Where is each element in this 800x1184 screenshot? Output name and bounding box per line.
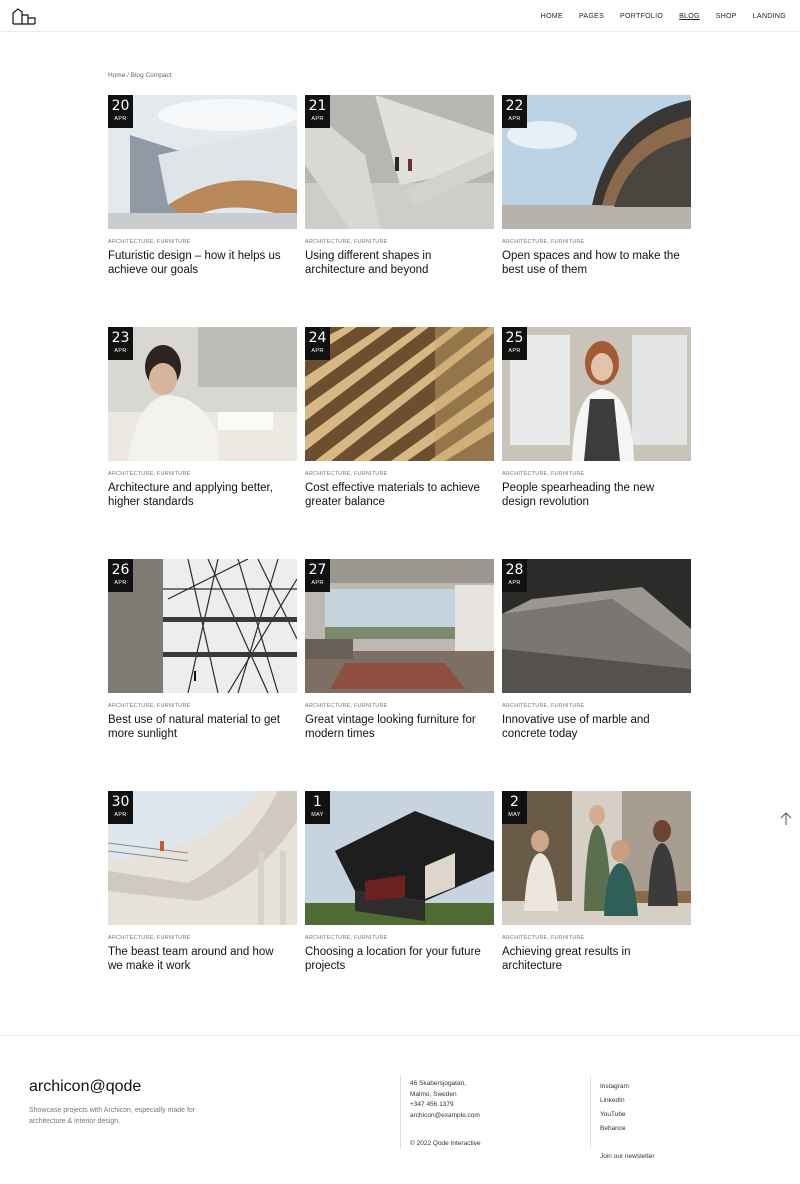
blog-card[interactable]: 26 APR ARCHITECTURE, FURNITURE Best use o… bbox=[108, 559, 297, 791]
date-badge: 22 APR bbox=[502, 95, 527, 128]
address-line: 46 Skabersjogatan, bbox=[410, 1080, 467, 1087]
post-title[interactable]: Achieving great results in architecture bbox=[502, 946, 682, 973]
post-image[interactable]: 27 APR bbox=[305, 559, 494, 693]
post-categories[interactable]: ARCHITECTURE, FURNITURE bbox=[502, 703, 691, 709]
post-title[interactable]: Using different shapes in architecture a… bbox=[305, 250, 485, 277]
email-link[interactable]: archicon@example.com bbox=[410, 1111, 480, 1122]
post-image[interactable]: 22 APR bbox=[502, 95, 691, 229]
site-footer: archicon@qode Showcase projects with Arc… bbox=[0, 1035, 800, 1184]
post-image[interactable]: 21 APR bbox=[305, 95, 494, 229]
post-title[interactable]: Choosing a location for your future proj… bbox=[305, 946, 485, 973]
post-image[interactable]: 2 MAY bbox=[502, 791, 691, 925]
post-image[interactable]: 26 APR bbox=[108, 559, 297, 693]
blog-card[interactable]: 30 APR ARCHITECTURE, FURNITURE The beast … bbox=[108, 791, 297, 1023]
post-categories[interactable]: ARCHITECTURE, FURNITURE bbox=[108, 239, 297, 245]
blog-card[interactable]: 20 APR ARCHITECTURE, FURNITURE Futuristic… bbox=[108, 95, 297, 327]
post-title[interactable]: Great vintage looking furniture for mode… bbox=[305, 714, 485, 741]
post-categories[interactable]: ARCHITECTURE, FURNITURE bbox=[305, 239, 494, 245]
blog-card[interactable]: 28 APR ARCHITECTURE, FURNITURE Innovative… bbox=[502, 559, 691, 791]
post-image[interactable]: 1 MAY bbox=[305, 791, 494, 925]
post-categories[interactable]: ARCHITECTURE, FURNITURE bbox=[502, 239, 691, 245]
post-image[interactable]: 20 APR bbox=[108, 95, 297, 229]
post-categories[interactable]: ARCHITECTURE, FURNITURE bbox=[108, 703, 297, 709]
date-badge: 24 APR bbox=[305, 327, 330, 360]
post-categories[interactable]: ARCHITECTURE, FURNITURE bbox=[108, 935, 297, 941]
post-title[interactable]: Architecture and applying better, higher… bbox=[108, 482, 288, 509]
post-title[interactable]: Open spaces and how to make the best use… bbox=[502, 250, 682, 277]
post-image[interactable]: 30 APR bbox=[108, 791, 297, 925]
address-line: Malmo, Sweden bbox=[410, 1090, 457, 1098]
post-image[interactable]: 25 APR bbox=[502, 327, 691, 461]
nav-landing[interactable]: LANDING bbox=[753, 13, 786, 20]
post-categories[interactable]: ARCHITECTURE, FURNITURE bbox=[305, 471, 494, 477]
arrow-up-icon[interactable] bbox=[780, 812, 792, 829]
social-links: Instagram LinkedIn YouTube Behance bbox=[600, 1080, 629, 1136]
post-title[interactable]: Cost effective materials to achieve grea… bbox=[305, 482, 485, 509]
social-linkedin[interactable]: LinkedIn bbox=[600, 1094, 629, 1108]
post-categories[interactable]: ARCHITECTURE, FURNITURE bbox=[305, 935, 494, 941]
logo-icon[interactable] bbox=[12, 7, 36, 25]
date-badge: 23 APR bbox=[108, 327, 133, 360]
social-youtube[interactable]: YouTube bbox=[600, 1108, 629, 1122]
divider bbox=[400, 1076, 401, 1148]
site-header: HOME PAGES PORTFOLIO BLOG SHOP LANDING bbox=[0, 0, 800, 32]
blog-card[interactable]: 23 APR ARCHITECTURE, FURNITURE Architectu… bbox=[108, 327, 297, 559]
nav-shop[interactable]: SHOP bbox=[716, 13, 737, 20]
nav-home[interactable]: HOME bbox=[541, 13, 563, 20]
blog-grid: 20 APR ARCHITECTURE, FURNITURE Futuristic… bbox=[108, 95, 691, 1023]
blog-card[interactable]: 2 MAY ARCHITECTURE, FURNITURE Achieving g… bbox=[502, 791, 691, 1023]
post-image[interactable]: 24 APR bbox=[305, 327, 494, 461]
main-nav: HOME PAGES PORTFOLIO BLOG SHOP LANDING bbox=[541, 0, 786, 32]
footer-brand[interactable]: archicon@qode bbox=[29, 1078, 141, 1096]
blog-card[interactable]: 27 APR ARCHITECTURE, FURNITURE Great vint… bbox=[305, 559, 494, 791]
post-title[interactable]: People spearheading the new design revol… bbox=[502, 482, 682, 509]
footer-tagline: Showcase projects with Archicon, especia… bbox=[29, 1107, 196, 1125]
post-categories[interactable]: ARCHITECTURE, FURNITURE bbox=[502, 471, 691, 477]
post-categories[interactable]: ARCHITECTURE, FURNITURE bbox=[502, 935, 691, 941]
divider bbox=[590, 1076, 591, 1148]
date-badge: 1 MAY bbox=[305, 791, 330, 824]
blog-card[interactable]: 1 MAY ARCHITECTURE, FURNITURE Choosing a … bbox=[305, 791, 494, 1023]
blog-card[interactable]: 24 APR ARCHITECTURE, FURNITURE Cost effec… bbox=[305, 327, 494, 559]
date-badge: 27 APR bbox=[305, 559, 330, 592]
nav-pages[interactable]: PAGES bbox=[579, 13, 604, 20]
date-badge: 28 APR bbox=[502, 559, 527, 592]
date-badge: 2 MAY bbox=[502, 791, 527, 824]
post-image[interactable]: 23 APR bbox=[108, 327, 297, 461]
footer-contact: 46 Skabersjogatan, Malmo, Sweden +347 45… bbox=[410, 1079, 480, 1121]
blog-card[interactable]: 25 APR ARCHITECTURE, FURNITURE People spe… bbox=[502, 327, 691, 559]
blog-card[interactable]: 21 APR ARCHITECTURE, FURNITURE Using diff… bbox=[305, 95, 494, 327]
post-title[interactable]: Best use of natural material to get more… bbox=[108, 714, 288, 741]
breadcrumb[interactable]: Home / Blog Compact bbox=[108, 72, 172, 79]
social-behance[interactable]: Behance bbox=[600, 1122, 629, 1136]
copyright: © 2022 Qode Interactive bbox=[410, 1140, 481, 1147]
nav-blog[interactable]: BLOG bbox=[679, 13, 700, 20]
date-badge: 20 APR bbox=[108, 95, 133, 128]
newsletter-link[interactable]: Join our newsletter bbox=[600, 1153, 655, 1160]
phone-link[interactable]: +347 456 1379 bbox=[410, 1100, 480, 1111]
social-instagram[interactable]: Instagram bbox=[600, 1080, 629, 1094]
post-categories[interactable]: ARCHITECTURE, FURNITURE bbox=[108, 471, 297, 477]
post-title[interactable]: Futuristic design – how it helps us achi… bbox=[108, 250, 288, 277]
date-badge: 26 APR bbox=[108, 559, 133, 592]
blog-card[interactable]: 22 APR ARCHITECTURE, FURNITURE Open space… bbox=[502, 95, 691, 327]
post-title[interactable]: Innovative use of marble and concrete to… bbox=[502, 714, 682, 741]
post-image[interactable]: 28 APR bbox=[502, 559, 691, 693]
date-badge: 21 APR bbox=[305, 95, 330, 128]
date-badge: 30 APR bbox=[108, 791, 133, 824]
post-categories[interactable]: ARCHITECTURE, FURNITURE bbox=[305, 703, 494, 709]
nav-portfolio[interactable]: PORTFOLIO bbox=[620, 13, 663, 20]
date-badge: 25 APR bbox=[502, 327, 527, 360]
post-title[interactable]: The beast team around and how we make it… bbox=[108, 946, 288, 973]
